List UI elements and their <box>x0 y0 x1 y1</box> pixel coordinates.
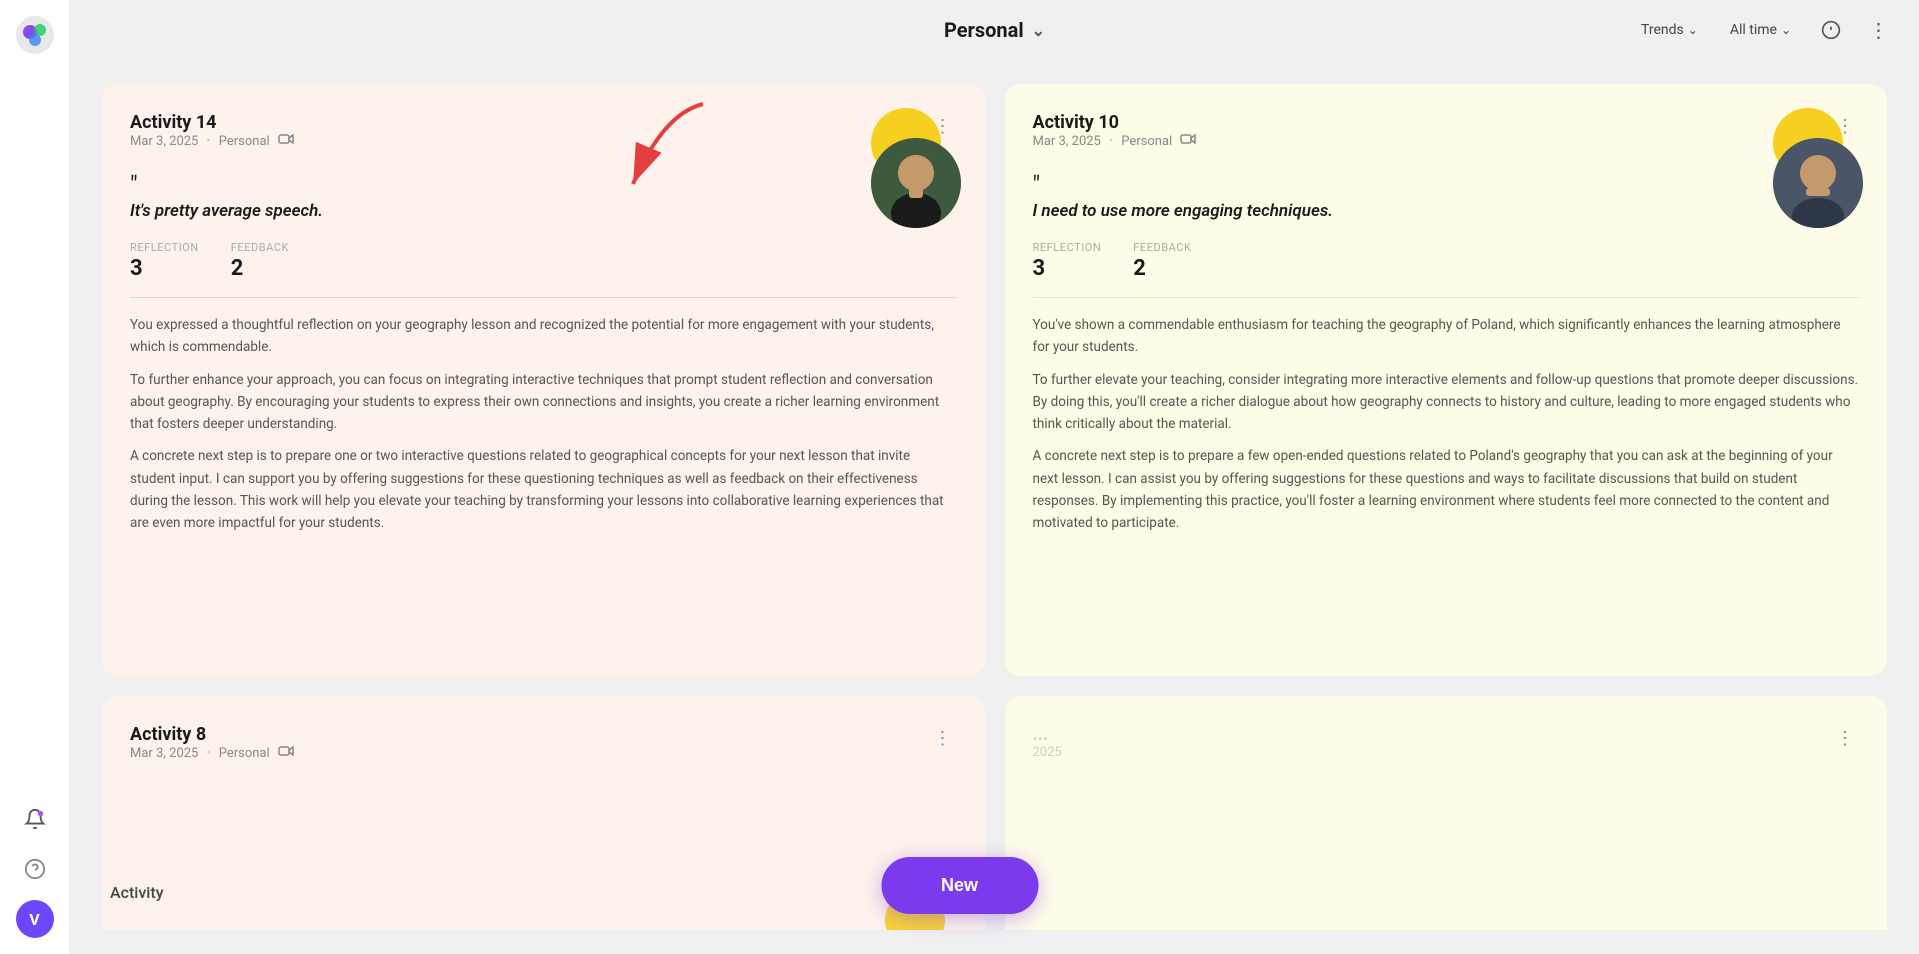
workspace-name: Personal <box>944 18 1024 42</box>
sidebar: V <box>0 0 70 954</box>
card-8-date: Mar 3, 2025 <box>130 746 198 761</box>
card-10-feedback-value: 2 <box>1133 256 1191 281</box>
card-10-divider <box>1033 297 1860 298</box>
card-right-header: ... 2025 ⋮ <box>1033 724 1860 780</box>
card-10-reflection-value: 3 <box>1033 256 1102 281</box>
header: Personal ⌄ Trends ⌄ All time ⌄ ⋮ <box>70 0 1919 60</box>
card-10-date: Mar 3, 2025 <box>1033 134 1101 149</box>
card-14-avatar-area <box>841 108 961 228</box>
card-10-header: Activity 10 Mar 3, 2025 • Personal <box>1033 112 1860 169</box>
alltime-chevron-icon: ⌄ <box>1781 23 1791 37</box>
card-right-title-area: ... 2025 <box>1033 724 1062 780</box>
card-8-title: Activity 8 <box>130 724 294 745</box>
card-10-para-2: To further elevate your teaching, consid… <box>1033 369 1860 436</box>
reflection-label-2: REFLECTION <box>1033 241 1102 254</box>
card-10-title: Activity 10 <box>1033 112 1197 133</box>
activity-bottom-label: Activity <box>110 883 164 902</box>
activity-8-card: Activity 8 Mar 3, 2025 • Personal ⋮ <box>102 696 985 930</box>
workspace-title[interactable]: Personal ⌄ <box>944 18 1045 42</box>
card-14-workspace: Personal <box>219 134 270 149</box>
card-14-reflection-value: 3 <box>130 256 199 281</box>
card-right-meta: 2025 <box>1033 745 1062 760</box>
card-10-para-1: You've shown a commendable enthusiasm fo… <box>1033 314 1860 359</box>
activity-right-card: ... 2025 ⋮ <box>1005 696 1888 930</box>
new-button[interactable]: New <box>881 857 1038 914</box>
feedback-label-2: FEEDBACK <box>1133 241 1191 254</box>
chevron-down-icon: ⌄ <box>1032 21 1045 40</box>
card-14-feedback: FEEDBACK 2 <box>231 241 289 281</box>
card-10-stats: REFLECTION 3 FEEDBACK 2 <box>1033 241 1860 281</box>
more-options-button[interactable]: ⋮ <box>1863 14 1895 46</box>
card-14-stats: REFLECTION 3 FEEDBACK 2 <box>130 241 957 281</box>
trends-label: Trends <box>1641 22 1684 38</box>
main-content: Personal ⌄ Trends ⌄ All time ⌄ ⋮ <box>70 0 1919 954</box>
card-10-avatar-area <box>1743 108 1863 228</box>
card-right-more-button[interactable]: ⋮ <box>1831 724 1859 752</box>
card-right-date: 2025 <box>1033 745 1062 760</box>
card-10-quote-mark: " <box>1033 173 1860 197</box>
card-14-title-area: Activity 14 Mar 3, 2025 • Personal <box>130 112 294 169</box>
card-14-para-1: You expressed a thoughtful reflection on… <box>130 314 957 359</box>
card-8-title-area: Activity 8 Mar 3, 2025 • Personal <box>130 724 294 781</box>
video-icon-3 <box>278 745 294 761</box>
card-10-para-3: A concrete next step is to prepare a few… <box>1033 445 1860 534</box>
meta-dot-2: • <box>1109 134 1113 149</box>
reflection-label: REFLECTION <box>130 241 199 254</box>
card-10-workspace: Personal <box>1121 134 1172 149</box>
info-button[interactable] <box>1815 14 1847 46</box>
meta-dot-3: • <box>206 746 210 761</box>
user-avatar[interactable]: V <box>16 900 54 938</box>
new-button-container: New <box>881 857 1038 914</box>
card-14-divider <box>130 297 957 298</box>
card-8-more-button[interactable]: ⋮ <box>929 724 957 752</box>
video-icon <box>278 133 294 149</box>
card-10-avatar <box>1773 138 1863 228</box>
card-10-meta: Mar 3, 2025 • Personal <box>1033 133 1197 149</box>
trends-chevron-icon: ⌄ <box>1688 23 1698 37</box>
card-14-body: You expressed a thoughtful reflection on… <box>130 314 957 534</box>
alltime-label: All time <box>1730 22 1777 38</box>
card-8-header: Activity 8 Mar 3, 2025 • Personal ⋮ <box>130 724 957 781</box>
notification-icon[interactable] <box>16 800 54 838</box>
cards-grid: Activity 14 Mar 3, 2025 • Personal <box>70 60 1919 954</box>
alltime-button[interactable]: All time ⌄ <box>1722 18 1799 42</box>
card-14-title: Activity 14 <box>130 112 294 133</box>
meta-dot: • <box>206 134 210 149</box>
header-actions: Trends ⌄ All time ⌄ ⋮ <box>1633 14 1895 46</box>
card-14-quote-text: It's pretty average speech. <box>130 201 570 221</box>
trends-button[interactable]: Trends ⌄ <box>1633 18 1706 42</box>
card-14-date: Mar 3, 2025 <box>130 134 198 149</box>
card-14-para-3: A concrete next step is to prepare one o… <box>130 445 957 534</box>
card-14-para-2: To further enhance your approach, you ca… <box>130 369 957 436</box>
card-10-reflection: REFLECTION 3 <box>1033 241 1102 281</box>
card-10-title-area: Activity 10 Mar 3, 2025 • Personal <box>1033 112 1197 169</box>
activity-14-card: Activity 14 Mar 3, 2025 • Personal <box>102 84 985 676</box>
card-10-quote-text: I need to use more engaging techniques. <box>1033 201 1473 221</box>
card-right-title: ... <box>1033 724 1062 745</box>
card-8-workspace: Personal <box>219 746 270 761</box>
help-icon[interactable] <box>16 850 54 888</box>
card-14-header: Activity 14 Mar 3, 2025 • Personal <box>130 112 957 169</box>
card-8-meta: Mar 3, 2025 • Personal <box>130 745 294 761</box>
card-14-avatar <box>871 138 961 228</box>
app-logo[interactable] <box>16 16 54 54</box>
card-14-quote-mark: " <box>130 173 957 197</box>
feedback-label: FEEDBACK <box>231 241 289 254</box>
video-icon-2 <box>1180 133 1196 149</box>
card-14-feedback-value: 2 <box>231 256 289 281</box>
card-10-feedback: FEEDBACK 2 <box>1133 241 1191 281</box>
activity-10-card: Activity 10 Mar 3, 2025 • Personal <box>1005 84 1888 676</box>
card-14-reflection: REFLECTION 3 <box>130 241 199 281</box>
card-10-body: You've shown a commendable enthusiasm fo… <box>1033 314 1860 534</box>
card-14-meta: Mar 3, 2025 • Personal <box>130 133 294 149</box>
